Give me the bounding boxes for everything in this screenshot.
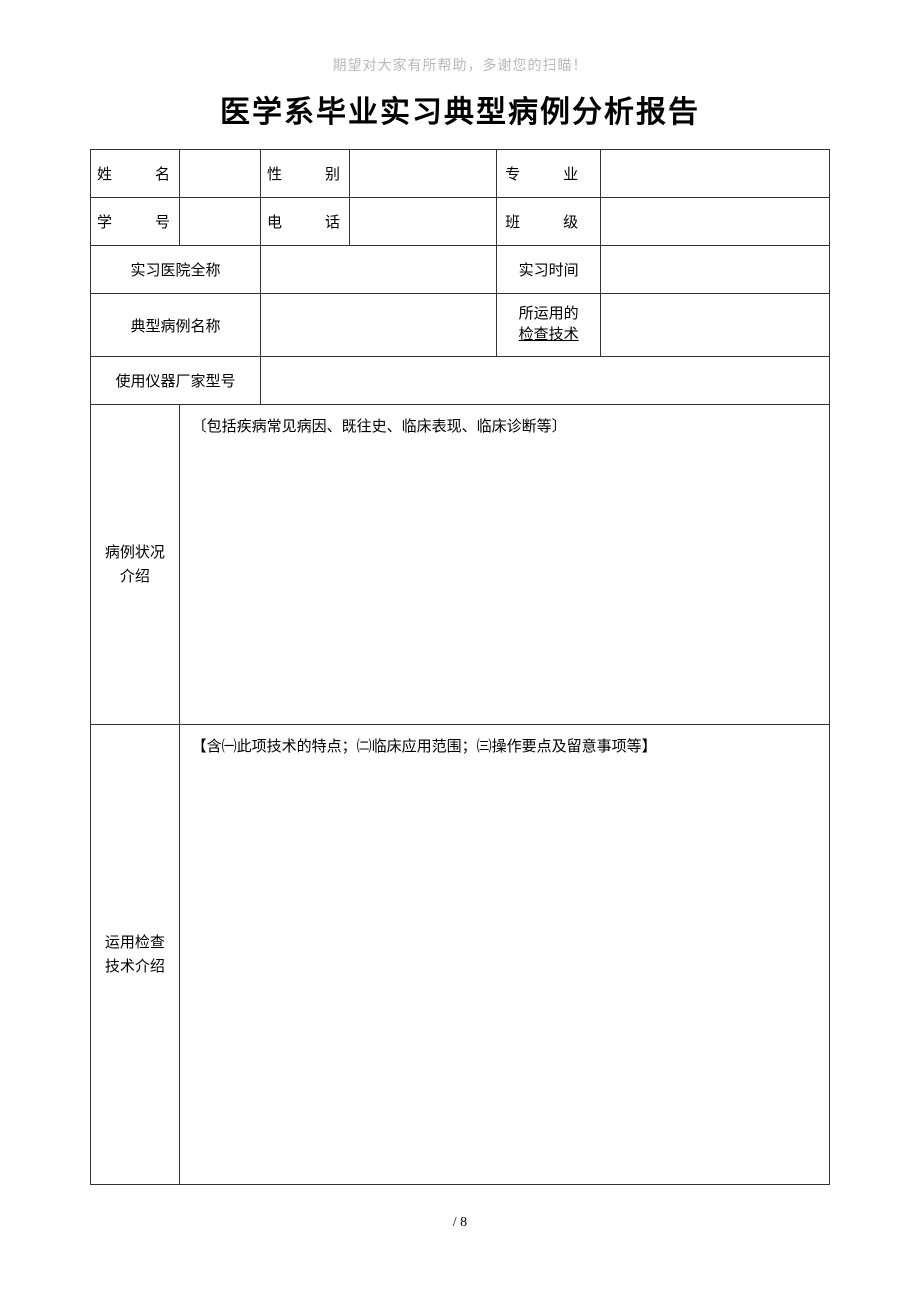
- label-tech-intro-line2: 技术介绍: [105, 959, 165, 975]
- label-phone: 电 话: [260, 198, 349, 246]
- row-case-name: 典型病例名称 所运用的 检查技术: [91, 294, 830, 357]
- value-name[interactable]: [179, 150, 260, 198]
- content-tech-intro[interactable]: 【含㈠此项技术的特点；㈡临床应用范围；㈢操作要点及留意事项等】: [179, 725, 829, 1185]
- row-name-gender-major: 姓 名 性 别 专 业: [91, 150, 830, 198]
- label-gender: 性 别: [260, 150, 349, 198]
- value-instrument[interactable]: [260, 357, 829, 405]
- label-tech-intro-line1: 运用检查: [105, 935, 165, 951]
- label-tech-used: 所运用的 检查技术: [497, 294, 600, 357]
- label-tech-intro: 运用检查 技术介绍: [91, 725, 180, 1185]
- value-student-id[interactable]: [179, 198, 260, 246]
- row-hospital: 实习医院全称 实习时间: [91, 246, 830, 294]
- tech-intro-hint: 【含㈠此项技术的特点；㈡临床应用范围；㈢操作要点及留意事项等】: [192, 739, 657, 755]
- label-case-intro-line1: 病例状况: [105, 545, 165, 561]
- header-note: 期望对大家有所帮助，多谢您的扫瞄！: [90, 55, 830, 75]
- label-instrument: 使用仪器厂家型号: [91, 357, 261, 405]
- value-intern-time[interactable]: [600, 246, 829, 294]
- label-case-intro: 病例状况 介绍: [91, 405, 180, 725]
- label-case-name: 典型病例名称: [91, 294, 261, 357]
- page-number: / 8: [90, 1215, 830, 1231]
- value-tech-used[interactable]: [600, 294, 829, 357]
- label-class: 班 级: [497, 198, 600, 246]
- value-major[interactable]: [600, 150, 829, 198]
- value-class[interactable]: [600, 198, 829, 246]
- label-case-intro-line2: 介绍: [120, 569, 150, 585]
- label-name: 姓 名: [91, 150, 180, 198]
- content-case-intro[interactable]: 〔包括疾病常见病因、既往史、临床表现、临床诊断等〕: [179, 405, 829, 725]
- label-student-id: 学 号: [91, 198, 180, 246]
- label-tech-used-line2: 检查技术: [519, 327, 579, 343]
- label-tech-used-line1: 所运用的: [519, 306, 579, 322]
- label-major: 专 业: [497, 150, 600, 198]
- label-hospital: 实习医院全称: [91, 246, 261, 294]
- report-form-table: 姓 名 性 别 专 业 学 号 电 话 班 级 实习医院全称 实习时间 典型病例…: [90, 149, 830, 1185]
- label-intern-time: 实习时间: [497, 246, 600, 294]
- row-id-phone-class: 学 号 电 话 班 级: [91, 198, 830, 246]
- value-phone[interactable]: [349, 198, 497, 246]
- row-case-intro: 病例状况 介绍 〔包括疾病常见病因、既往史、临床表现、临床诊断等〕: [91, 405, 830, 725]
- value-hospital[interactable]: [260, 246, 496, 294]
- row-instrument: 使用仪器厂家型号: [91, 357, 830, 405]
- page-title: 医学系毕业实习典型病例分析报告: [90, 87, 830, 131]
- value-gender[interactable]: [349, 150, 497, 198]
- row-tech-intro: 运用检查 技术介绍 【含㈠此项技术的特点；㈡临床应用范围；㈢操作要点及留意事项等…: [91, 725, 830, 1185]
- value-case-name[interactable]: [260, 294, 496, 357]
- case-intro-hint: 〔包括疾病常见病因、既往史、临床表现、临床诊断等〕: [192, 419, 567, 435]
